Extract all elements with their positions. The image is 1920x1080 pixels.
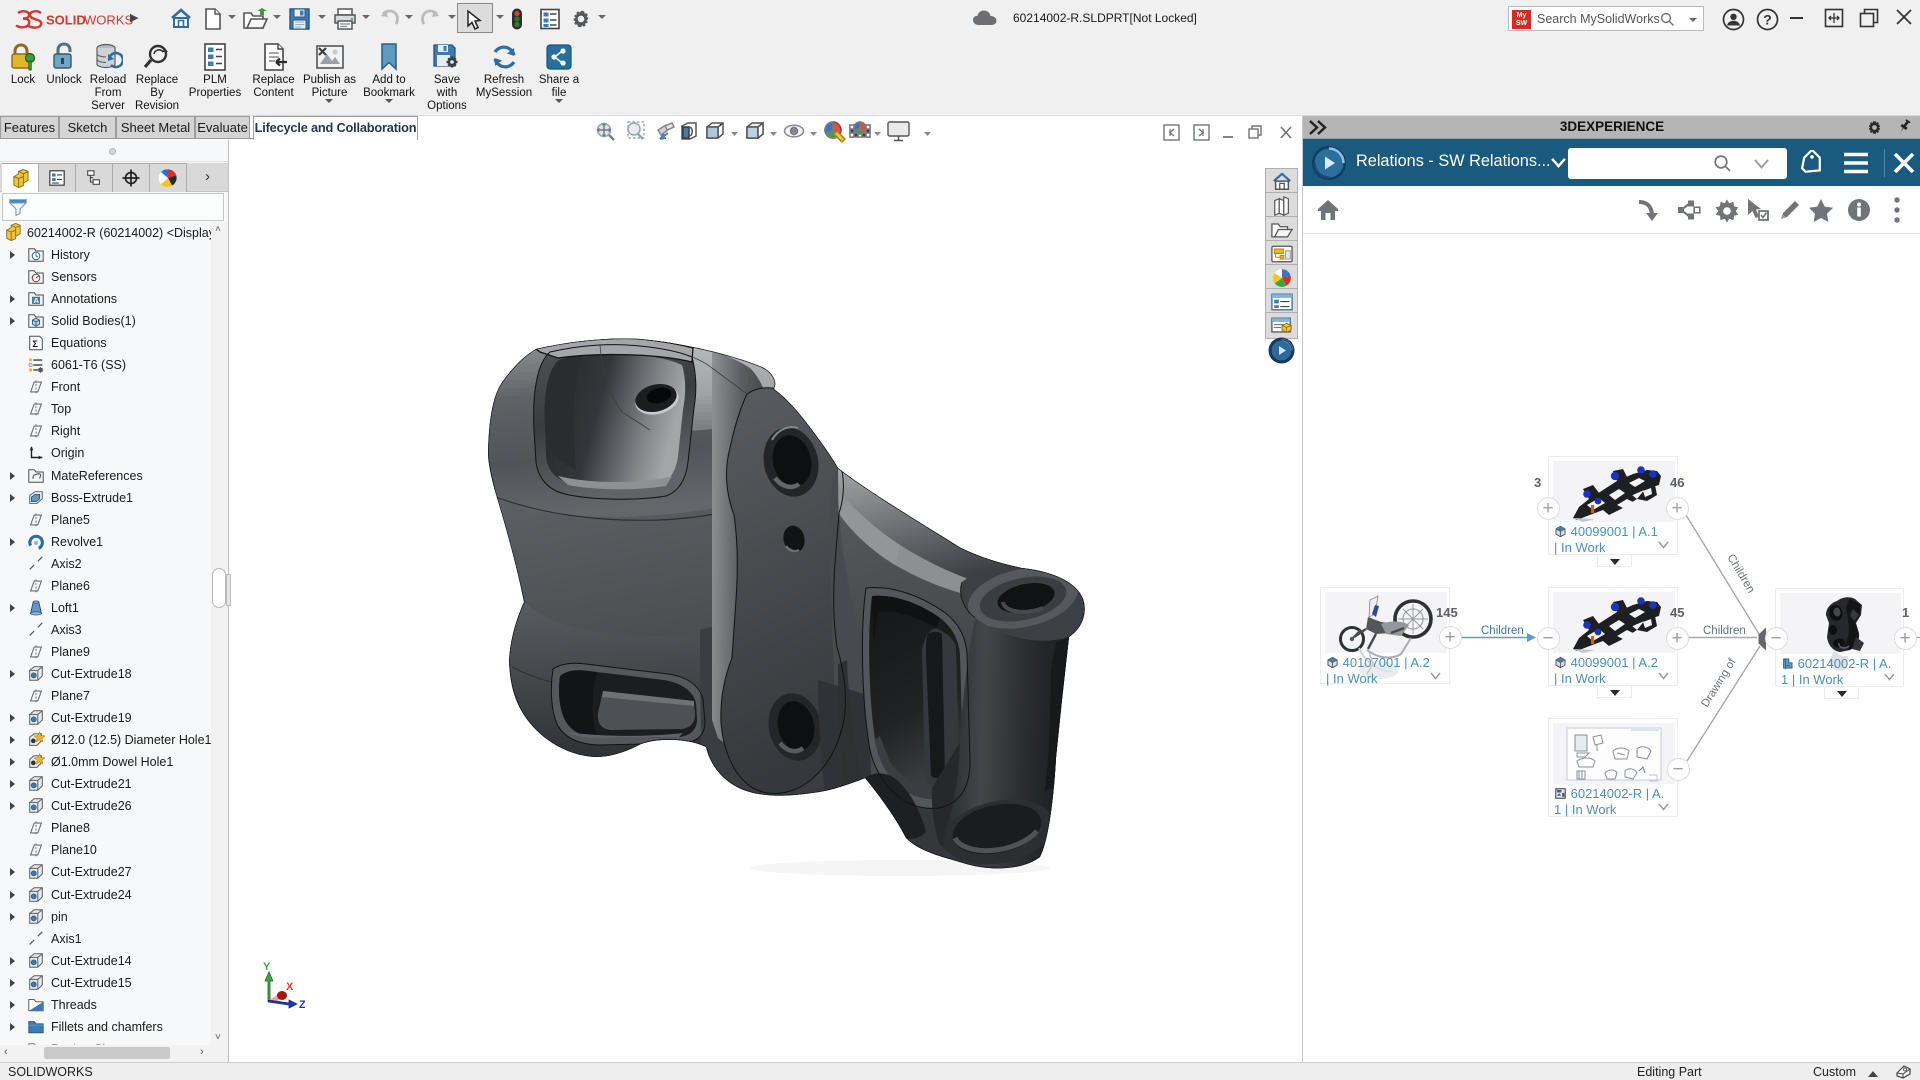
svg-text:Children: Children — [1703, 625, 1746, 637]
svg-text:46: 46 — [1670, 475, 1684, 490]
svg-text:?: ? — [1763, 12, 1772, 28]
svg-text:45: 45 — [1670, 605, 1684, 620]
svg-text:145: 145 — [1436, 605, 1458, 620]
svg-text:3: 3 — [1534, 475, 1541, 490]
svg-text:Y: Y — [263, 961, 271, 973]
svg-text:Drawing of: Drawing of — [1699, 656, 1739, 710]
svg-text:X: X — [286, 981, 294, 993]
svg-text:Children: Children — [1724, 552, 1756, 595]
svg-text:Children: Children — [1481, 625, 1524, 637]
svg-text:Z: Z — [299, 999, 305, 1011]
svg-text:SOLID: SOLID — [46, 13, 86, 28]
svg-text:1: 1 — [1902, 605, 1909, 620]
svg-text:WORKS: WORKS — [84, 13, 133, 28]
